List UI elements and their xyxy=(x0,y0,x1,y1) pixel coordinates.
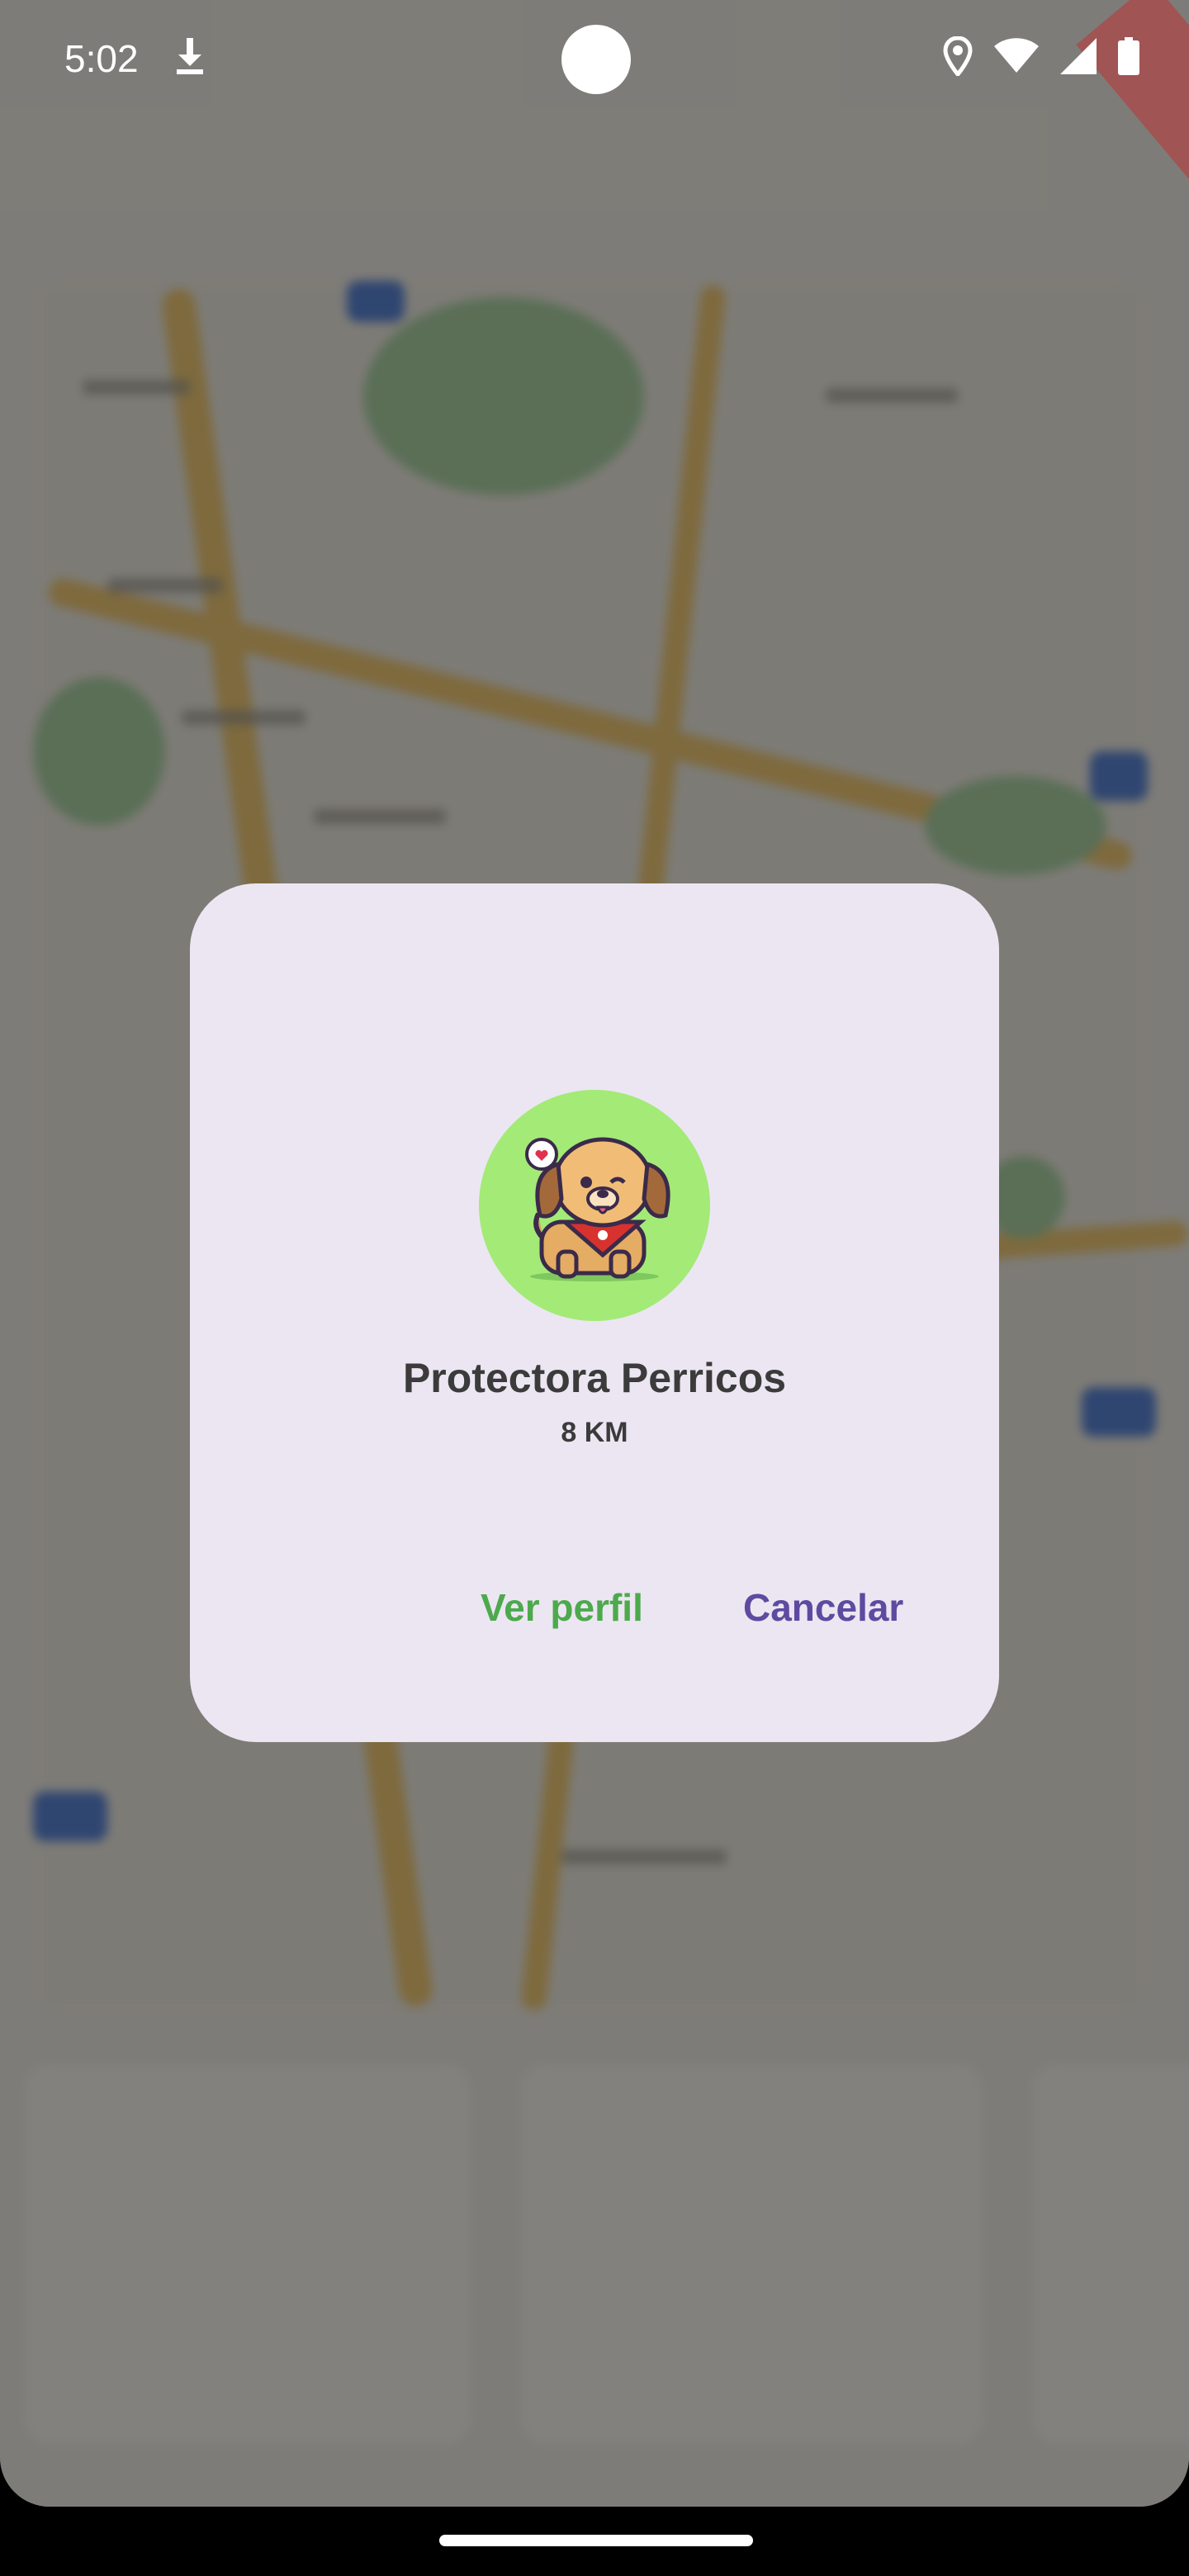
view-profile-button[interactable]: Ver perfil xyxy=(464,1577,660,1638)
screen: 5:02 Protectora Perricos 8 KM Ver perfil… xyxy=(0,0,1189,2507)
home-indicator[interactable] xyxy=(439,2535,753,2546)
dog-icon xyxy=(525,1137,670,1281)
status-bar: 5:02 xyxy=(0,0,1189,184)
shelter-dialog: Protectora Perricos 8 KM Ver perfil Canc… xyxy=(190,883,999,1742)
signal-icon xyxy=(1060,38,1097,83)
status-time: 5:02 xyxy=(64,37,139,80)
location-icon xyxy=(943,36,973,85)
camera-cutout xyxy=(561,25,631,94)
cancel-button[interactable]: Cancelar xyxy=(727,1577,920,1638)
battery-icon xyxy=(1118,37,1139,84)
wifi-icon xyxy=(994,38,1039,83)
download-icon xyxy=(173,36,206,85)
shelter-name: Protectora Perricos xyxy=(402,1355,787,1401)
shelter-distance: 8 KM xyxy=(561,1417,628,1448)
shelter-avatar xyxy=(479,1090,710,1321)
